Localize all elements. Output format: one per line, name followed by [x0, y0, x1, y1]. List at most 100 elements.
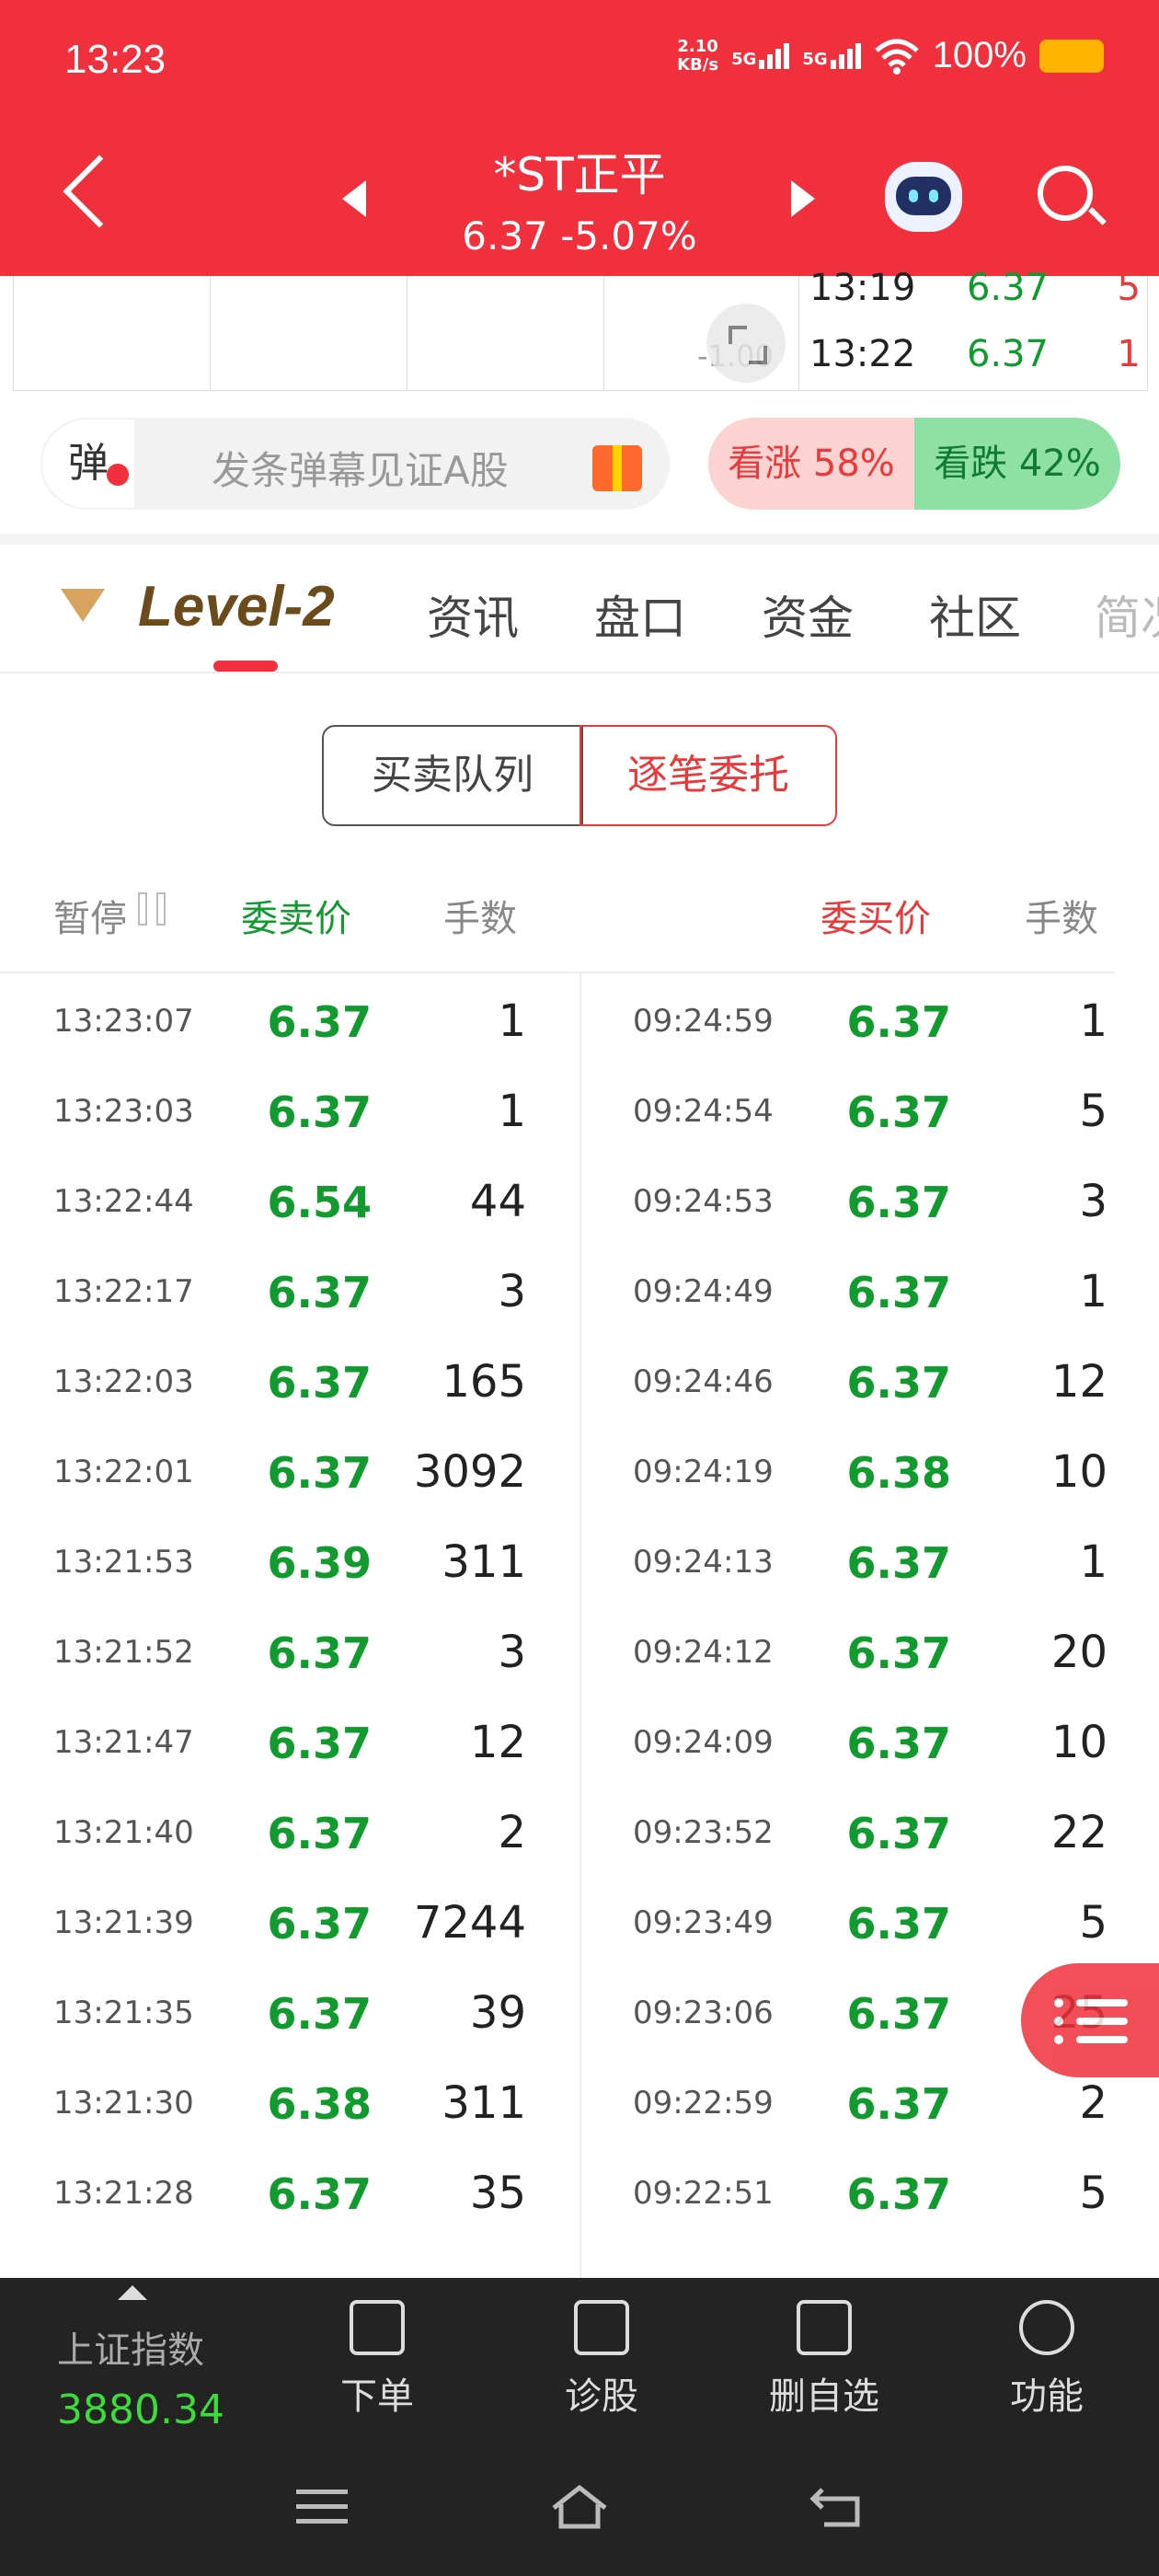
menu-icon[interactable]: [294, 2484, 350, 2530]
buy-order-time: 09:22:59: [633, 2085, 774, 2122]
wifi-icon: [875, 39, 919, 75]
vote-up-button[interactable]: 看涨 58%: [708, 418, 914, 510]
battery-percent: 100%: [932, 35, 1027, 75]
buy-order-qty: 10: [1050, 1717, 1107, 1768]
buy-order-qty: 1: [1079, 1536, 1107, 1588]
order-by-order-tab-button[interactable]: 逐笔委托: [580, 725, 837, 826]
table-row: 13:22:17 6.37 3 09:24:49 6.37 1: [0, 1246, 1159, 1336]
tick-price: 6.37: [966, 333, 1049, 375]
vote-down-button[interactable]: 看跌 42%: [914, 418, 1120, 510]
sell-order-time: 13:23:03: [53, 1093, 194, 1130]
tick-row: 13:19 6.37 5: [809, 267, 1141, 309]
tick-time: 13:22: [809, 333, 916, 375]
queue-tab-button[interactable]: 买卖队列: [322, 725, 583, 826]
prev-stock-icon[interactable]: [342, 180, 366, 217]
sell-order-time: 13:22:17: [53, 1273, 194, 1310]
sell-order-time: 13:21:35: [53, 1995, 194, 2031]
buy-order-time: 09:24:54: [633, 1093, 774, 1130]
table-divider: [603, 276, 604, 390]
expand-up-icon[interactable]: [118, 2285, 147, 2300]
buy-order-qty: 5: [1079, 1897, 1107, 1949]
sell-order-qty: 311: [442, 1536, 526, 1588]
pause-button[interactable]: 暂停: [53, 889, 127, 942]
gift-icon[interactable]: [592, 445, 642, 491]
sell-order-qty: 311: [442, 2077, 526, 2129]
functions-icon[interactable]: [1019, 2300, 1074, 2355]
tab-level2[interactable]: Level-2: [138, 574, 335, 639]
table-row: 13:23:07 6.37 1 09:24:59 6.37 1: [0, 975, 1159, 1065]
sell-price-header: 委卖价: [241, 898, 351, 940]
sell-order-time: 13:21:47: [53, 1724, 194, 1761]
buy-order-qty: 1: [1079, 1266, 1107, 1317]
section-separator: [0, 534, 1159, 545]
remove-watchlist-button[interactable]: 删自选: [741, 2366, 907, 2420]
buy-order-time: 09:24:09: [633, 1724, 774, 1761]
sell-order-qty: 165: [442, 1356, 526, 1408]
tab-funds[interactable]: 资金: [762, 581, 854, 648]
back-nav-icon[interactable]: [809, 2484, 865, 2530]
sell-order-time: 13:22:03: [53, 1363, 194, 1400]
signal-icon-1: 5G: [731, 42, 790, 69]
danmu-placeholder: 发条弹幕见证A股: [212, 448, 509, 493]
tick-vol: 5: [1117, 267, 1141, 309]
sell-order-qty: 7244: [413, 1897, 526, 1949]
list-menu-icon[interactable]: [1021, 1963, 1159, 2077]
buy-order-time: 09:24:13: [633, 1544, 774, 1581]
index-name[interactable]: 上证指数: [57, 2320, 204, 2374]
buy-order-qty: 5: [1079, 2168, 1107, 2219]
net-speed-value: 2.10: [677, 36, 718, 56]
sell-order-time: 13:22:01: [53, 1454, 194, 1490]
sell-order-qty: 3: [498, 1627, 526, 1678]
table-row: 13:21:39 6.37 7244 09:23:49 6.37 5: [0, 1877, 1159, 1967]
sell-order-qty: 2: [498, 1807, 526, 1858]
tab-divider: [0, 672, 1159, 673]
buy-order-qty: 10: [1050, 1446, 1107, 1498]
search-icon[interactable]: [1038, 166, 1093, 221]
tab-profile[interactable]: 简况: [1095, 581, 1159, 648]
stock-name: *ST正平: [493, 148, 666, 201]
diagnose-icon[interactable]: [574, 2300, 629, 2355]
table-row: 13:21:40 6.37 2 09:23:52 6.37 22: [0, 1787, 1159, 1877]
remove-watchlist-icon[interactable]: [797, 2300, 852, 2355]
table-row: 13:21:52 6.37 3 09:24:12 6.37 20: [0, 1606, 1159, 1696]
expand-icon[interactable]: [706, 304, 786, 383]
table-row: 13:21:53 6.39 311 09:24:13 6.37 1: [0, 1516, 1159, 1606]
table-row: 13:22:44 6.54 44 09:24:53 6.37 3: [0, 1156, 1159, 1246]
sell-order-time: 13:21:28: [53, 2175, 194, 2212]
diamond-icon: [61, 589, 105, 622]
order-button[interactable]: 下单: [294, 2366, 460, 2420]
buy-order-qty: 20: [1050, 1627, 1107, 1678]
buy-order-time: 09:24:46: [633, 1363, 774, 1400]
buy-order-time: 09:23:06: [633, 1995, 774, 2031]
tab-community[interactable]: 社区: [929, 581, 1021, 648]
sell-order-qty: 3: [498, 1266, 526, 1317]
signal-icon-2: 5G: [802, 42, 861, 69]
tick-row: 13:22 6.37 1: [809, 333, 1141, 375]
sell-order-qty: 12: [469, 1717, 526, 1768]
diagnose-button[interactable]: 诊股: [519, 2366, 684, 2420]
sell-order-time: 13:21:53: [53, 1544, 194, 1581]
buy-order-time: 09:22:51: [633, 2175, 774, 2212]
buy-qty-header: 手数: [1025, 898, 1098, 940]
tick-price: 6.37: [966, 267, 1049, 309]
status-icons: 2.10 KB/s 5G 5G 100%: [677, 35, 1104, 76]
sim1-label: 5G: [731, 49, 757, 69]
buy-order-time: 09:23:52: [633, 1814, 774, 1851]
home-icon[interactable]: [550, 2484, 609, 2530]
next-stock-icon[interactable]: [791, 180, 815, 217]
sim2-label: 5G: [802, 49, 828, 69]
pause-icon[interactable]: [138, 892, 169, 926]
sell-order-time: 13:21:52: [53, 1634, 194, 1671]
sell-order-qty: 39: [469, 1987, 526, 2039]
buy-order-qty: 12: [1050, 1356, 1107, 1408]
order-icon[interactable]: [350, 2300, 405, 2355]
functions-button[interactable]: 功能: [964, 2366, 1130, 2420]
sell-order-qty: 35: [469, 2168, 526, 2219]
robot-assistant-icon[interactable]: [885, 162, 962, 232]
table-divider: [798, 276, 799, 390]
table-row: 13:22:01 6.37 3092 09:24:19 6.38 10: [0, 1426, 1159, 1516]
danmu-check-icon: [107, 464, 129, 486]
tab-news[interactable]: 资讯: [427, 581, 519, 648]
buy-order-qty: 2: [1079, 2077, 1107, 2129]
tab-orderbook[interactable]: 盘口: [594, 581, 686, 648]
